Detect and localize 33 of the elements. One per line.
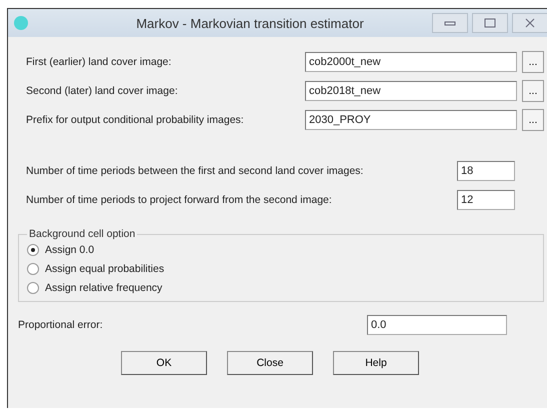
group-title: Background cell option xyxy=(28,228,136,240)
maximize-icon xyxy=(484,18,496,28)
number-field[interactable]: 12 xyxy=(457,190,515,210)
number-field[interactable]: 18 xyxy=(457,160,515,180)
radio-option[interactable]: Assign relative frequency xyxy=(27,278,535,297)
radio-button[interactable] xyxy=(27,262,39,274)
dialog-button[interactable]: Close xyxy=(227,351,313,375)
close-button[interactable] xyxy=(512,13,547,33)
field-label: First (earlier) land cover image: xyxy=(26,56,172,68)
field-label: Number of time periods between the first and second land cover images: xyxy=(26,164,364,176)
radio-option[interactable]: Assign equal probabilities xyxy=(27,259,535,278)
radio-button[interactable] xyxy=(27,244,39,256)
file-name-field[interactable]: cob2000t_new xyxy=(305,52,517,72)
minimize-icon xyxy=(444,19,456,27)
field-label: Second (later) land cover image: xyxy=(26,84,179,96)
app-icon xyxy=(14,16,28,30)
radio-button[interactable] xyxy=(27,282,39,294)
dialog-button[interactable]: Help xyxy=(333,351,419,375)
error-field[interactable]: 0.0 xyxy=(367,314,507,334)
field-label: Proportional error: xyxy=(18,318,104,330)
maximize-button[interactable] xyxy=(472,13,508,33)
file-name-field[interactable]: 2030_PROY xyxy=(305,110,517,130)
dialog-button[interactable]: OK xyxy=(121,351,207,375)
radio-option[interactable]: Assign 0.0 xyxy=(27,240,535,259)
field-label: Prefix for output conditional probability images: xyxy=(26,114,245,126)
close-icon xyxy=(524,18,536,28)
field-label: Number of time periods to project forward from the second image: xyxy=(26,194,333,206)
file-name-field[interactable]: cob2018t_new xyxy=(305,80,517,100)
browse-button[interactable]: ... xyxy=(522,108,544,130)
minimize-button[interactable] xyxy=(432,13,468,33)
window-title: Markov - Markovian transition estimator xyxy=(135,16,365,30)
browse-button[interactable]: ... xyxy=(522,80,544,102)
browse-button[interactable]: ... xyxy=(522,50,544,72)
